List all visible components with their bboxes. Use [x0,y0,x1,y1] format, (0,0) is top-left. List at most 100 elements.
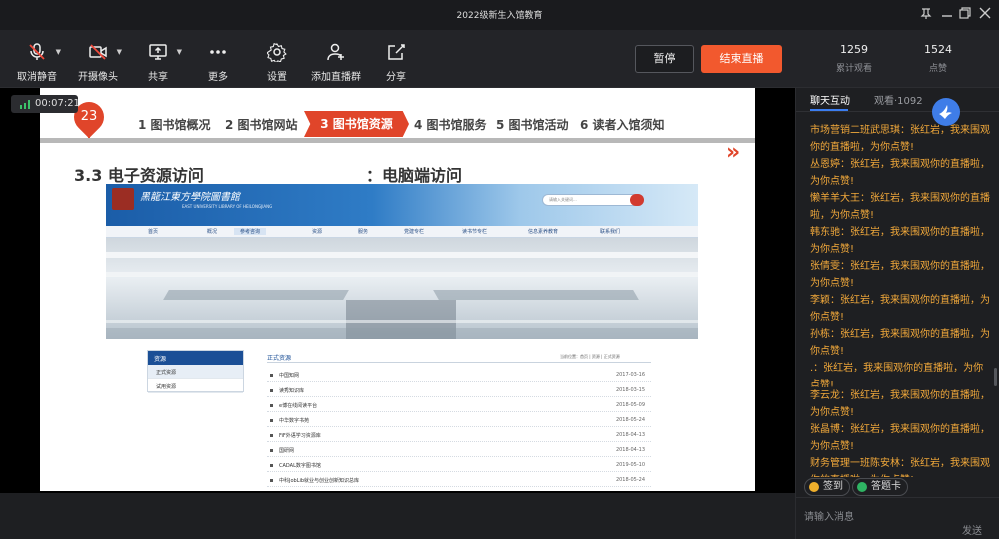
unmute-label: 取消静音 [17,72,57,83]
gear-icon [267,42,287,62]
list-item: 中国知网 2017-03-16 [267,367,651,382]
pause-button[interactable]: 暂停 [635,45,694,73]
chat-message: 张晶博：张红岩，我来围观你的直播啦，为你点赞! [810,424,990,452]
end-live-button[interactable]: 结束直播 [701,45,782,73]
add-group-button[interactable]: 添加直播群 [306,42,366,83]
settings-label: 设置 [267,72,287,83]
chat-message: .：张红岩，我来围观你的直播啦，为你点赞! [810,363,984,387]
mic-muted-icon [29,43,45,60]
close-icon[interactable] [977,6,993,22]
chevron-down-icon[interactable]: ▼ [56,48,61,56]
step-item: 6 读者入馆须知 [580,118,665,132]
resource-date: 2018-03-15 [615,387,645,393]
resource-date: 2018-05-24 [615,417,645,423]
list-item: 中华数字书苑 2018-05-24 [267,412,651,427]
share-screen-button[interactable]: ▼ 共享 [128,42,188,83]
answer-card-button[interactable]: 答题卡 [852,478,908,496]
step-item-active: 3 图书馆资源 [304,111,409,137]
website-search: 请输入关键词... [542,194,644,206]
chat-message: 李颖：张红岩，我来围观你的直播啦，为你点赞! [810,295,990,323]
website-sidebar-item: 正式资源 [148,365,243,379]
stage-bottom-bar [0,493,795,539]
chat-input-area[interactable]: 请输入消息 发送 [796,497,999,539]
slide-heading-right: ：电脑端访问 [366,166,463,185]
resource-date: 2017-03-16 [615,372,645,378]
resource-name: 中华数字书苑 [279,418,310,424]
website-nav-item: 信息素养教育 [528,229,559,235]
list-item: 读秀知识库 2018-03-15 [267,382,651,397]
slide-heading: 3.3 电子资源访问 [74,166,204,185]
chevron-down-icon[interactable]: ▼ [117,48,122,56]
signin-button[interactable]: 签到 [804,478,850,496]
answer-card-label: 答题卡 [871,481,901,492]
chat-message: 韩东驰：张红岩，我来围观你的直播啦，为你点赞! [810,227,990,255]
camera-button[interactable]: ▼ 开摄像头 [68,42,128,83]
title-bar: 2022级新生入馆教育 [0,0,999,30]
step-item: 2 图书馆网站 [225,118,298,132]
resource-name: 国研网 [279,448,295,454]
unmute-button[interactable]: ▼ 取消静音 [7,42,67,83]
chat-message: 丛恩婷：张红岩，我来围观你的直播啦，为你点赞! [810,159,990,187]
step-item: 4 图书馆服务 [414,118,487,132]
signin-icon [809,482,819,492]
resource-date: 2018-05-24 [615,477,645,483]
minimize-icon[interactable] [939,6,955,22]
timer-text: 00:07:21 [35,98,80,109]
live-timer: 00:07:21 [11,95,80,113]
website-header: 黑龍江東方學院圖書館 EAST UNIVERSITY LIBRARY OF HE… [106,184,698,226]
stat-value: 1259 [840,43,868,56]
chat-message: 市场营销二班武思琪：张红岩，我来围观你的直播啦，为你点赞! [810,125,990,153]
stat-value: 1524 [924,43,952,56]
chat-message: 懒羊羊大王：张红岩，我来围观你的直播啦，为你点赞! [810,193,990,221]
search-icon [630,194,644,206]
resource-date: 2018-04-13 [615,432,645,438]
more-button[interactable]: 更多 [188,42,248,83]
website-list-title: 正式资源 [267,355,292,362]
chevron-down-icon[interactable]: ▼ [177,48,182,56]
more-label: 更多 [208,72,228,83]
share-button[interactable]: 分享 [366,42,426,83]
website-sidebar: 资源 正式资源 试用资源 [147,350,244,393]
step-item: 1 图书馆概况 [138,118,211,132]
resource-name: FiF外语学习资源库 [279,433,321,439]
screen-share-icon [149,44,167,60]
list-item: CADAL数字图书馆 2019-05-10 [267,457,651,472]
chat-message-list[interactable]: 市场营销二班武思琪：张红岩，我来围观你的直播啦，为你点赞! 丛恩婷：张红岩，我来… [810,122,992,477]
website-nav-item: 首页 [148,229,159,235]
chat-message: 李云龙：张红岩，我来围观你的直播啦，为你点赞! [810,390,990,418]
chat-scrollbar[interactable] [994,368,997,386]
stat-total-views: 1259 累计观看 [824,43,884,74]
website-sidebar-title: 资源 [148,351,243,365]
website-nav: 首页 概况 参考咨询 资源 服务 党建专栏 读书节专栏 信息素养教育 联系我们 [106,226,698,238]
stat-caption: 点赞 [928,64,947,74]
share-screen-label: 共享 [148,72,168,83]
stat-likes: 1524 点赞 [908,43,968,74]
restore-icon[interactable] [957,6,973,22]
double-chevron-icon: » [726,140,740,165]
website-logo-text: 黑龍江東方學院圖書館 [140,192,240,203]
tab-viewers[interactable]: 观看·1092 [874,92,923,107]
chat-panel: 聊天互动 观看·1092 市场营销二班武思琪：张红岩，我来围观你的直播啦，为你点… [795,88,999,539]
website-breadcrumb: 当前位置：首页 | 资源 | 正式资源 [560,354,620,359]
website-logo-sub: EAST UNIVERSITY LIBRARY OF HEILONGJIANG [182,204,273,209]
settings-button[interactable]: 设置 [247,42,307,83]
camera-off-icon [89,44,107,60]
resource-date: 2018-04-13 [615,447,645,453]
share-label: 分享 [386,72,406,83]
share-icon [388,44,405,60]
tab-chat[interactable]: 聊天互动 [810,92,850,107]
send-button[interactable]: 发送 [962,522,982,537]
website-nav-item: 党建专栏 [404,229,425,235]
add-group-icon [327,43,344,61]
resource-name: 中国知网 [279,373,300,379]
window-title: 2022级新生入馆教育 [456,11,543,21]
resource-name: 中科JobLib就业与创业创新知识总库 [279,478,360,484]
chat-message: 财务管理一班陈安林：张红岩，我来围观你的直播啦，为你点赞! [810,458,990,477]
pin-icon[interactable] [918,6,934,22]
list-item: 中科JobLib就业与创业创新知识总库 2018-05-24 [267,472,651,487]
website-nav-item: 服务 [358,229,369,235]
list-item: e博在线阅读平台 2018-05-09 [267,397,651,412]
library-seal-icon [112,188,134,210]
resource-date: 2018-05-09 [615,402,645,408]
chat-input[interactable]: 请输入消息 [804,508,854,523]
